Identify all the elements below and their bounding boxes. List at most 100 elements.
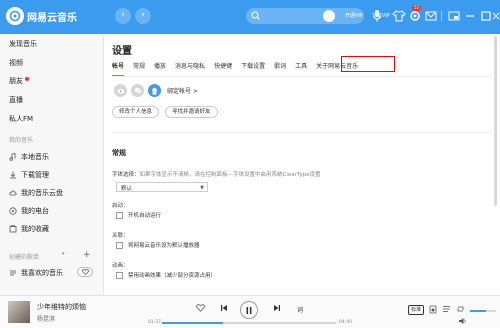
settings-gear-icon[interactable] [408,9,422,23]
sound-effect-icon[interactable] [429,305,437,314]
sidebar-item-label: 视频 [9,59,23,67]
default-player-checkbox[interactable] [116,241,123,249]
like-heart-icon[interactable] [196,304,205,312]
forward-button[interactable]: › [135,8,151,24]
heart-icon [81,269,89,275]
sidebar-item-label: 我喜欢的音乐 [21,269,63,277]
sidebar-item-label: 直播 [9,96,23,104]
sidebar-item-radio[interactable]: 我的电台 [9,206,49,216]
collection-icon [9,225,17,233]
heart-mode-button[interactable] [77,267,93,277]
tab-general[interactable]: 常规 [133,61,145,73]
quality-button[interactable]: 标准 [408,305,425,315]
close-icon[interactable] [492,9,500,23]
account-bind-row: 绑定帐号 > [114,84,198,97]
tab-playback[interactable]: 播放 [154,61,166,73]
playlist-icon [10,270,16,276]
association-option[interactable]: 将网易云音乐设为默认播放器 [116,241,200,249]
app-logo[interactable]: 网易云音乐 [6,7,77,25]
minimize-icon[interactable] [463,9,477,23]
loop-icon[interactable] [456,305,465,313]
mini-mode-icon[interactable] [447,9,461,23]
sidebar-item-video[interactable]: 视频 [9,58,23,68]
bind-account-link[interactable]: 绑定帐号 > [167,86,198,95]
previous-icon[interactable] [220,304,228,312]
user-avatar[interactable] [323,10,335,22]
maximize-icon[interactable] [479,9,493,23]
disable-animation-checkbox[interactable] [116,271,123,279]
netease-logo-icon [6,7,24,25]
sidebar-item-live[interactable]: 直播 [9,95,23,105]
radio-icon [9,207,17,215]
open-vip-link[interactable]: 开通VIP [345,12,363,19]
vip-hint-link[interactable]: 节省VIP [372,12,390,19]
back-button[interactable]: ‹ [115,8,131,24]
association-label: 关联： [112,233,129,239]
divider [112,76,492,77]
sidebar: 发现音乐 视频 朋友 直播 私人FM 我的音乐 本地音乐 下载管理 我的音乐云盘… [0,34,104,295]
title-bar: 网易云音乐 ‹ › 开通VIP 节省VIP 52 [0,0,500,34]
volume-fill [470,310,486,312]
playlist-queue-icon[interactable] [442,305,451,313]
weibo-icon[interactable] [114,84,127,97]
divider [112,132,492,133]
sidebar-item-friends[interactable]: 朋友 [9,76,29,86]
next-icon[interactable] [273,304,281,312]
startup-checkbox[interactable] [116,211,123,219]
local-music-icon [9,153,16,161]
tab-account[interactable]: 帐号 [112,61,125,77]
tab-messages-privacy[interactable]: 消息与隐私 [175,61,205,73]
animation-option[interactable]: 禁用动画效果（减少部分资源占用） [116,271,216,279]
song-artist[interactable]: 杨昆淇 [37,314,55,323]
default-player-option-label: 将网易云音乐设为默认播放器 [128,243,200,249]
song-title[interactable]: 少年维特的烦恼 [37,302,86,312]
progress-fill [162,322,223,324]
highlight-box [341,56,395,72]
sidebar-item-discover[interactable]: 发现音乐 [9,39,37,49]
search-icon [251,11,260,20]
sidebar-item-label: 下载管理 [21,171,49,179]
volume-icon[interactable] [458,317,467,325]
font-option-label: 字体选择：如果字体显示不清晰，请在控制面板—字体设置中启用系统ClearType… [112,170,321,178]
total-time: 04:40 [339,320,352,325]
player-bar: 少年维特的烦恼 杨昆淇 词 01:37 04:40 标准 [0,295,500,328]
sidebar-item-fm[interactable]: 私人FM [9,114,33,124]
skin-icon[interactable] [392,9,406,23]
album-cover[interactable] [8,301,30,323]
chevron-down-icon: ▼ [200,185,204,191]
scrollbar-thumb[interactable] [494,36,497,206]
section-my-music-heading: 我的音乐 [9,137,34,144]
sidebar-item-label: 本地音乐 [21,153,49,161]
sidebar-item-download[interactable]: 下载管理 [9,170,49,180]
font-select[interactable]: 默认 ▼ [116,182,208,192]
settings-panel: 设置 帐号 常规 播放 消息与隐私 快捷键 下载设置 歌词 工具 关于网易云音乐… [104,34,500,295]
tab-download-settings[interactable]: 下载设置 [241,61,265,73]
sidebar-item-cloud[interactable]: 我的音乐云盘 [9,188,63,198]
find-friends-button[interactable]: 寻找并邀请好友 [165,106,218,118]
section-general-heading: 常规 [112,149,126,157]
lyrics-button[interactable]: 词 [297,305,303,314]
animation-label: 动画： [112,263,129,269]
edit-profile-button[interactable]: 修改个人信息 [112,106,160,118]
pause-button[interactable] [240,301,258,319]
notification-dot [25,76,29,81]
tab-lyrics[interactable]: 歌词 [274,61,286,73]
sidebar-item-collection[interactable]: 我的收藏 [9,224,49,234]
qq-icon[interactable] [148,84,161,97]
collapse-chevron-icon[interactable]: ▾ [62,251,65,257]
tab-shortcuts[interactable]: 快捷键 [214,61,232,73]
wechat-icon[interactable] [131,84,144,97]
tab-tools[interactable]: 工具 [295,61,307,73]
mail-icon[interactable] [424,9,438,23]
sidebar-item-label: 私人FM [9,115,34,123]
add-playlist-button[interactable]: + [83,250,91,260]
startup-option[interactable]: 开机自动运行 [116,211,161,219]
cloud-icon [9,190,17,196]
sidebar-item-label: 我的电台 [21,207,49,215]
font-label: 字体选择： [112,172,140,178]
font-select-value: 默认 [121,186,133,192]
current-time: 01:37 [148,320,161,325]
message-count-badge: 52 [412,5,422,11]
sidebar-item-local-music[interactable]: 本地音乐 [9,152,49,162]
sidebar-item-liked-playlist[interactable]: 我喜欢的音乐 [9,268,63,278]
